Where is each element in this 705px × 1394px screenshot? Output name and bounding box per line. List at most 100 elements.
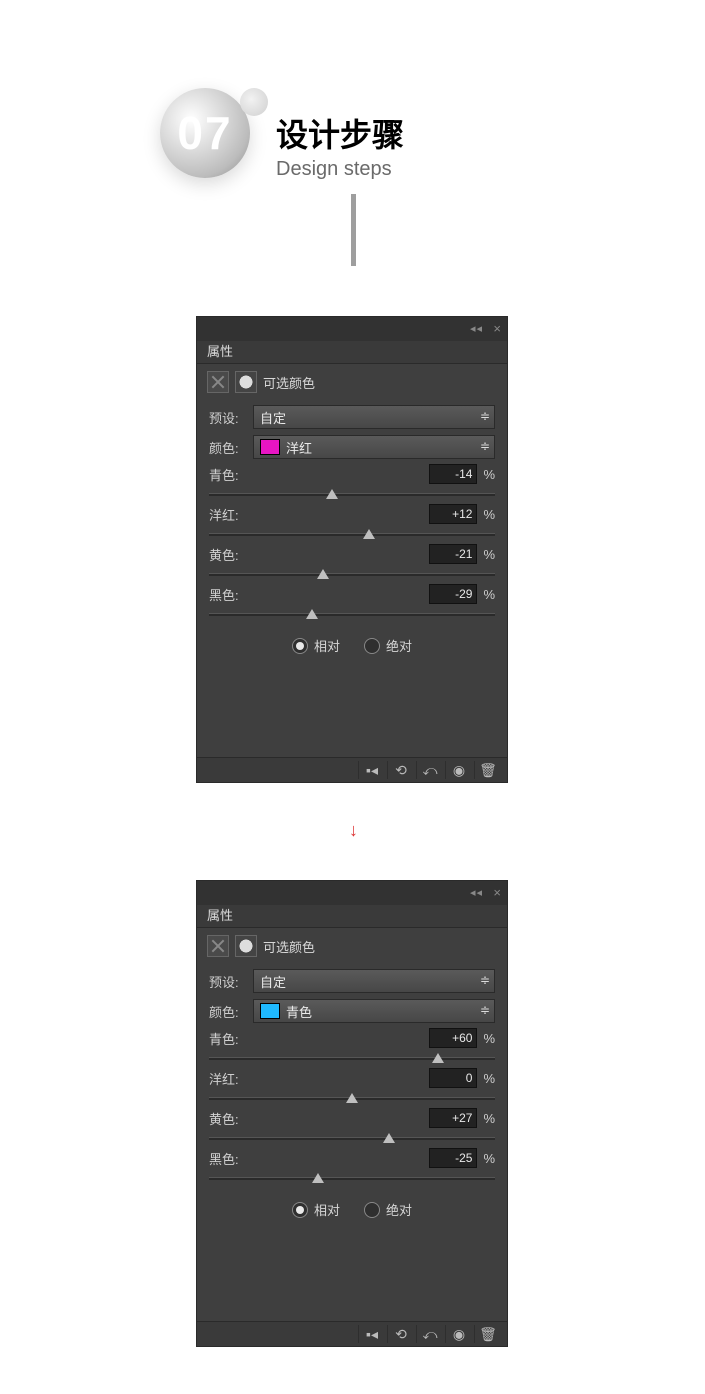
slider-track[interactable] — [209, 1172, 495, 1184]
slider-black: 黑色: -29% — [209, 584, 495, 620]
preset-select[interactable]: 自定 ≑ — [253, 405, 495, 429]
clip-icon[interactable]: ▪◂ — [358, 761, 385, 779]
visibility-icon[interactable]: ◉ — [445, 761, 472, 779]
color-value: 青色 — [286, 1002, 312, 1021]
preset-value: 自定 — [260, 972, 286, 991]
title-en: Design steps — [276, 158, 404, 181]
percent-label: % — [483, 587, 495, 602]
slider-label: 青色: — [209, 465, 261, 484]
slider-value-input[interactable]: -25 — [429, 1148, 477, 1168]
preset-label: 预设: — [209, 408, 253, 427]
slider-thumb[interactable] — [306, 609, 318, 619]
color-label: 颜色: — [209, 438, 253, 457]
slider-value-input[interactable]: -14 — [429, 464, 477, 484]
slider-label: 黑色: — [209, 585, 261, 604]
step-badge: 07 — [160, 88, 250, 178]
radio-dot-icon — [364, 1202, 380, 1218]
adjustment-icon[interactable] — [207, 371, 229, 393]
reset-icon[interactable]: ⤺ — [416, 761, 443, 779]
percent-label: % — [483, 467, 495, 482]
panel-tab[interactable]: 属性 — [197, 905, 507, 928]
color-swatch — [260, 439, 280, 455]
slider-thumb[interactable] — [326, 489, 338, 499]
color-select[interactable]: 青色 ≑ — [253, 999, 495, 1023]
slider-value-input[interactable]: +27 — [429, 1108, 477, 1128]
title-zh: 设计步骤 — [276, 110, 404, 156]
radio-label: 绝对 — [386, 1200, 412, 1219]
panel-tab-label: 属性 — [207, 908, 233, 923]
clip-icon[interactable]: ▪◂ — [358, 1325, 385, 1343]
color-value: 洋红 — [286, 438, 312, 457]
panel-tab-label: 属性 — [207, 344, 233, 359]
radio-dot-icon — [292, 638, 308, 654]
slider-thumb[interactable] — [383, 1133, 395, 1143]
color-select[interactable]: 洋红 ≑ — [253, 435, 495, 459]
slider-thumb[interactable] — [346, 1093, 358, 1103]
adjustment-name: 可选颜色 — [263, 937, 315, 956]
slider-track[interactable] — [209, 608, 495, 620]
panel-footer: ▪◂ ⟲ ⤺ ◉ 🗑 — [197, 757, 507, 782]
slider-label: 黄色: — [209, 545, 261, 564]
percent-label: % — [483, 507, 495, 522]
trash-icon[interactable]: 🗑 — [474, 761, 501, 779]
visibility-icon[interactable]: ◉ — [445, 1325, 472, 1343]
percent-label: % — [483, 1111, 495, 1126]
percent-label: % — [483, 1031, 495, 1046]
slider-thumb[interactable] — [312, 1173, 324, 1183]
panel-close-icon[interactable]: × — [493, 321, 501, 336]
preset-select[interactable]: 自定 ≑ — [253, 969, 495, 993]
mask-icon[interactable] — [235, 371, 257, 393]
slider-track[interactable] — [209, 528, 495, 540]
radio-relative[interactable]: 相对 — [292, 1200, 340, 1219]
mask-icon[interactable] — [235, 935, 257, 957]
slider-magenta: 洋红: 0% — [209, 1068, 495, 1104]
reset-icon[interactable]: ⤺ — [416, 1325, 443, 1343]
slider-black: 黑色: -25% — [209, 1148, 495, 1184]
slider-yellow: 黄色: -21% — [209, 544, 495, 580]
radio-absolute[interactable]: 绝对 — [364, 636, 412, 655]
radio-dot-icon — [364, 638, 380, 654]
slider-label: 洋红: — [209, 505, 261, 524]
view-icon[interactable]: ⟲ — [387, 1325, 414, 1343]
slider-track[interactable] — [209, 1092, 495, 1104]
slider-track[interactable] — [209, 488, 495, 500]
properties-panel: ◂◂ × 属性 可选颜色 预设: 自定 ≑ 颜色: 青色 ≑ — [196, 880, 508, 1347]
vertical-divider — [351, 194, 356, 266]
slider-label: 洋红: — [209, 1069, 261, 1088]
decor-dot — [240, 88, 268, 116]
slider-value-input[interactable]: 0 — [429, 1068, 477, 1088]
slider-track[interactable] — [209, 568, 495, 580]
slider-value-input[interactable]: +12 — [429, 504, 477, 524]
color-label: 颜色: — [209, 1002, 253, 1021]
slider-thumb[interactable] — [317, 569, 329, 579]
panel-close-icon[interactable]: × — [493, 885, 501, 900]
slider-yellow: 黄色: +27% — [209, 1108, 495, 1144]
panel-footer: ▪◂ ⟲ ⤺ ◉ 🗑 — [197, 1321, 507, 1346]
slider-label: 黄色: — [209, 1109, 261, 1128]
slider-track[interactable] — [209, 1132, 495, 1144]
slider-value-input[interactable]: -21 — [429, 544, 477, 564]
slider-value-input[interactable]: +60 — [429, 1028, 477, 1048]
chevron-down-icon: ≑ — [480, 409, 490, 423]
slider-thumb[interactable] — [363, 529, 375, 539]
slider-value-input[interactable]: -29 — [429, 584, 477, 604]
view-icon[interactable]: ⟲ — [387, 761, 414, 779]
step-number: 07 — [160, 106, 250, 160]
radio-relative[interactable]: 相对 — [292, 636, 340, 655]
slider-thumb[interactable] — [432, 1053, 444, 1063]
trash-icon[interactable]: 🗑 — [474, 1325, 501, 1343]
radio-absolute[interactable]: 绝对 — [364, 1200, 412, 1219]
slider-cyan: 青色: +60% — [209, 1028, 495, 1064]
panel-tab[interactable]: 属性 — [197, 341, 507, 364]
down-arrow-icon: ↓ — [349, 820, 358, 841]
chevron-down-icon: ≑ — [480, 439, 490, 453]
panel-menu-icon[interactable]: ◂◂ — [470, 322, 483, 335]
panel-menu-icon[interactable]: ◂◂ — [470, 886, 483, 899]
properties-panel: ◂◂ × 属性 可选颜色 预设: 自定 ≑ 颜色: 洋红 ≑ — [196, 316, 508, 783]
percent-label: % — [483, 1151, 495, 1166]
panel-topstrip: ◂◂ × — [197, 317, 507, 341]
slider-track[interactable] — [209, 1052, 495, 1064]
adjustment-icon[interactable] — [207, 935, 229, 957]
radio-dot-icon — [292, 1202, 308, 1218]
adjustment-name: 可选颜色 — [263, 373, 315, 392]
